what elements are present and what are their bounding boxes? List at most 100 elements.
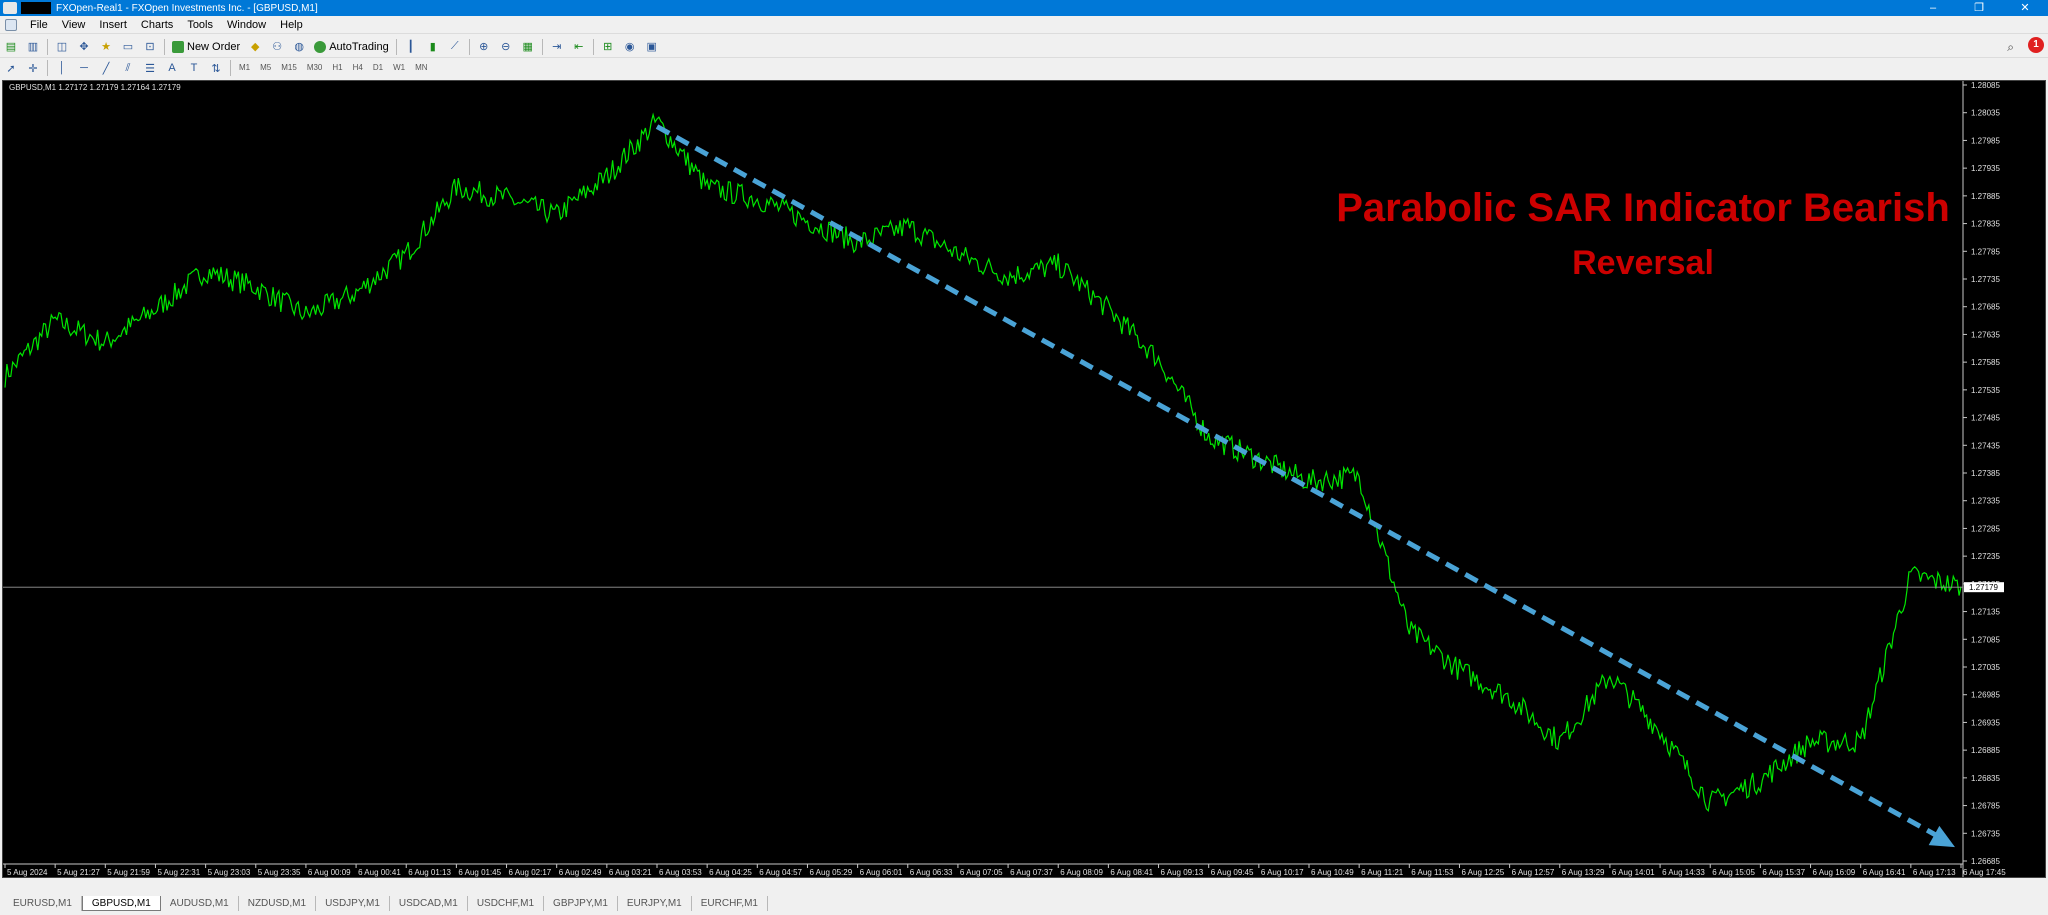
chart-tabs: EURUSD,M1 GBPUSD,M1 AUDUSD,M1 NZDUSD,M1 … [0,896,2048,913]
chart-shift-icon[interactable]: ⇥ [548,38,566,56]
bar-chart-icon[interactable]: ┃ [402,38,420,56]
signals-icon[interactable]: ⚇ [268,38,286,56]
time-axis: 5 Aug 2024 5 Aug 21:27 5 Aug 21:59 5 Aug 22… [3,863,2006,877]
toolbar-divider [592,38,594,55]
indicators-icon[interactable]: ⊞ [599,38,617,56]
zoom-out-icon[interactable]: ⊖ [497,38,515,56]
price-tick-label: 1.27535 [1971,386,2000,395]
trend-arrow-shaft [655,124,1947,843]
time-tick-label: 5 Aug 21:59 [107,868,150,877]
tab-gbpusd[interactable]: GBPUSD,M1 [81,896,161,911]
price-tick-label: 1.28035 [1971,109,2000,118]
new-chart-icon[interactable]: ▤ [2,38,20,56]
crosshair-icon[interactable]: ✛ [24,59,42,77]
fibonacci-icon[interactable]: ☰ [141,59,159,77]
timeframe-w1[interactable]: W1 [388,59,410,77]
time-tick-label: 6 Aug 06:01 [860,868,903,877]
periods-icon[interactable]: ◉ [621,38,639,56]
tab-eurjpy[interactable]: EURJPY,M1 [618,896,692,911]
price-tick-label: 1.26685 [1971,857,2000,866]
search-icon[interactable]: ⌕ [2007,40,2014,55]
new-order-label: New Order [187,40,241,53]
time-tick-label: 6 Aug 12:25 [1461,868,1504,877]
tab-audusd[interactable]: AUDUSD,M1 [161,896,239,911]
account-redacted [21,2,51,14]
tab-usdjpy[interactable]: USDJPY,M1 [316,896,390,911]
timeframe-h4[interactable]: H4 [348,59,368,77]
notification-badge[interactable]: 1 [2028,37,2044,53]
maximize-button[interactable]: ❐ [1956,0,2002,16]
tab-eurchf[interactable]: EURCHF,M1 [692,896,768,911]
time-tick-label: 6 Aug 11:53 [1411,868,1454,877]
vps-icon[interactable]: ◍ [290,38,308,56]
price-tick-label: 1.26785 [1971,802,2000,811]
price-tick-label: 1.27335 [1971,497,2000,506]
window-title: FXOpen-Real1 - FXOpen Investments Inc. -… [56,2,318,14]
data-window-icon[interactable]: ✥ [75,38,93,56]
time-tick-label: 6 Aug 00:09 [308,868,351,877]
price-tick-label: 1.26935 [1971,718,2000,727]
terminal-icon[interactable]: ▭ [119,38,137,56]
strategy-tester-icon[interactable]: ⊡ [141,38,159,56]
cursor-icon[interactable]: ➚ [2,59,20,77]
timeframe-d1[interactable]: D1 [368,59,388,77]
time-tick-label: 5 Aug 23:35 [258,868,301,877]
vertical-line-icon[interactable]: │ [53,59,71,77]
timeframe-m30[interactable]: M30 [302,59,328,77]
timeframe-mn[interactable]: MN [410,59,432,77]
time-tick-label: 6 Aug 03:53 [659,868,702,877]
tab-eurusd[interactable]: EURUSD,M1 [4,896,82,911]
chart-canvas[interactable]: GBPUSD,M1 1.27172 1.27179 1.27164 1.2717… [3,81,2045,877]
trend-arrow-head [1928,825,1955,848]
line-chart-icon[interactable]: ⟋ [446,38,464,56]
minimize-button[interactable]: – [1910,0,1956,16]
arrows-icon[interactable]: ⇅ [207,59,225,77]
trend-arrow[interactable] [655,124,1955,848]
chart-header: GBPUSD,M1 1.27172 1.27179 1.27164 1.2717… [9,83,181,92]
candlestick-icon[interactable]: ▮ [424,38,442,56]
navigator-icon[interactable]: ★ [97,38,115,56]
text-label-icon[interactable]: T [185,59,203,77]
templates-icon[interactable]: ▣ [643,38,661,56]
price-tick-label: 1.26835 [1971,774,2000,783]
new-order-button[interactable]: New Order [168,38,244,56]
tab-gbpjpy[interactable]: GBPJPY,M1 [544,896,618,911]
timeframe-m5[interactable]: M5 [255,59,276,77]
time-tick-label: 6 Aug 09:45 [1211,868,1254,877]
menu-help[interactable]: Help [273,16,310,34]
price-chart[interactable]: GBPUSD,M1 1.27172 1.27179 1.27164 1.2717… [2,80,2046,878]
horizontal-line-icon[interactable]: ─ [75,59,93,77]
time-tick-label: 6 Aug 08:41 [1110,868,1153,877]
menu-charts[interactable]: Charts [134,16,180,34]
toolbar-divider [395,38,397,55]
child-window-icon[interactable] [5,18,17,31]
tab-usdcad[interactable]: USDCAD,M1 [390,896,468,911]
profiles-icon[interactable]: ▥ [24,38,42,56]
menu-bar: File View Insert Charts Tools Window Hel… [0,16,2048,34]
market-watch-icon[interactable]: ◫ [53,38,71,56]
timeframe-m1[interactable]: M1 [234,59,255,77]
zoom-in-icon[interactable]: ⊕ [475,38,493,56]
menu-window[interactable]: Window [220,16,273,34]
trendline-icon[interactable]: ╱ [97,59,115,77]
tile-windows-icon[interactable]: ▦ [519,38,537,56]
menu-file[interactable]: File [23,16,55,34]
annotation-title: Parabolic SAR Indicator Bearish [1336,186,1950,230]
menu-tools[interactable]: Tools [180,16,220,34]
metaeditor-icon[interactable]: ◆ [246,38,264,56]
tab-usdchf[interactable]: USDCHF,M1 [468,896,545,911]
time-tick-label: 6 Aug 01:13 [408,868,451,877]
close-button[interactable]: ✕ [2002,0,2048,16]
toolbar-divider [47,38,48,55]
timeframe-m15[interactable]: M15 [276,59,302,77]
menu-insert[interactable]: Insert [92,16,134,34]
text-icon[interactable]: A [163,59,181,77]
timeframe-h1[interactable]: H1 [327,59,347,77]
auto-scroll-icon[interactable]: ⇤ [570,38,588,56]
equidistant-channel-icon[interactable]: ⫽ [119,59,137,77]
time-tick-label: 6 Aug 07:37 [1010,868,1053,877]
autotrading-button[interactable]: AutoTrading [310,38,393,56]
time-tick-label: 6 Aug 15:05 [1712,868,1755,877]
menu-view[interactable]: View [55,16,93,34]
tab-nzdusd[interactable]: NZDUSD,M1 [239,896,317,911]
